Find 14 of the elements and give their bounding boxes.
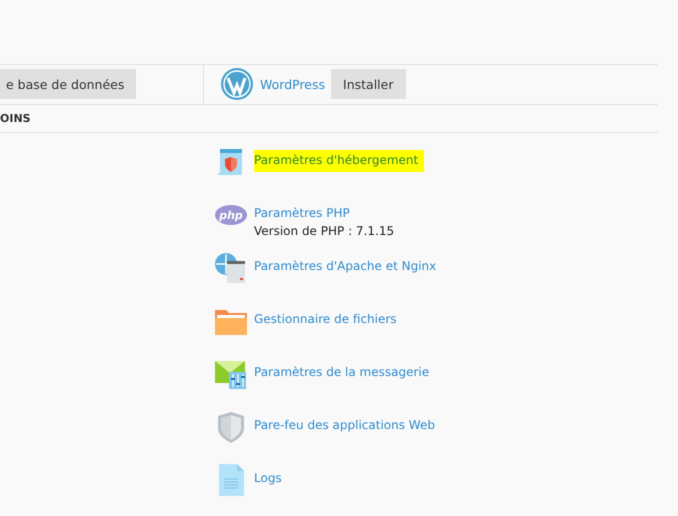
tool-link[interactable]: Paramètres d'Apache et Nginx	[254, 259, 436, 273]
section-heading: OINS	[0, 112, 31, 125]
tool-link[interactable]: Paramètres PHP	[254, 206, 350, 220]
tool-link[interactable]: Paramètres d'hébergement	[254, 150, 424, 172]
tool-link[interactable]: Logs	[254, 471, 282, 485]
globe-server-icon	[214, 251, 248, 285]
wordpress-link[interactable]: WordPress	[260, 76, 326, 92]
php-version-text: Version de PHP : 7.1.15	[254, 224, 394, 238]
tool-link[interactable]: Pare-feu des applications Web	[254, 418, 435, 432]
install-button[interactable]: Installer	[331, 69, 406, 100]
tool-link[interactable]: Paramètres de la messagerie	[254, 365, 430, 379]
wordpress-logo-icon	[220, 67, 254, 102]
tool-link[interactable]: Gestionnaire de fichiers	[254, 312, 397, 326]
database-button[interactable]: e base de données	[0, 69, 136, 100]
